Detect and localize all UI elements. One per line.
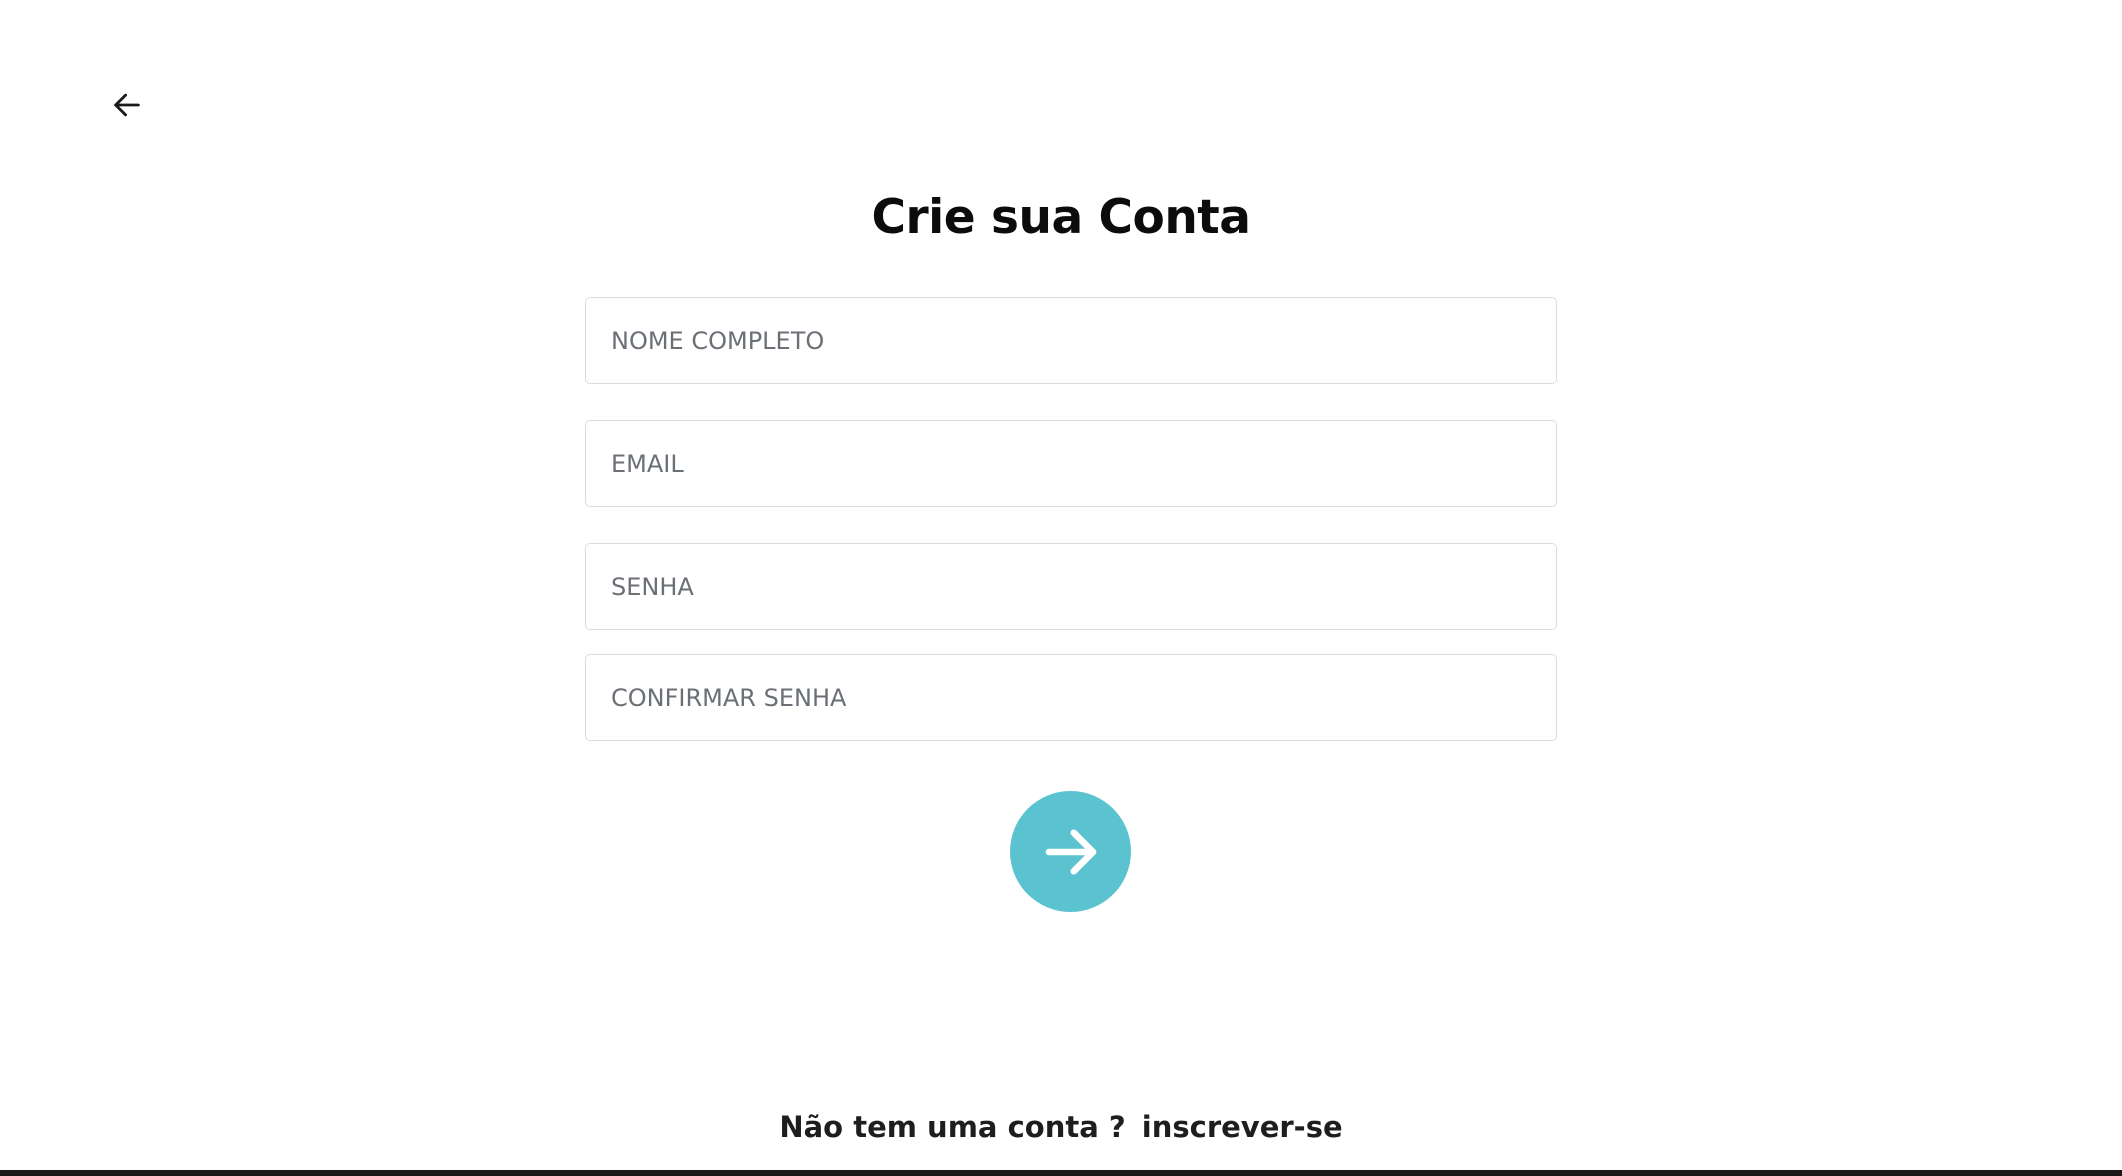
full-name-input[interactable] xyxy=(585,297,1557,384)
arrow-left-icon xyxy=(114,93,140,117)
arrow-right-icon xyxy=(1045,828,1096,875)
password-input[interactable] xyxy=(585,543,1557,630)
back-button[interactable] xyxy=(104,82,150,128)
bottom-bar xyxy=(0,1170,2122,1176)
signup-page: Crie sua Conta Não tem uma conta ? inscr… xyxy=(0,0,2122,1176)
signup-prompt-text: Não tem uma conta ? xyxy=(779,1110,1126,1144)
confirm-password-input[interactable] xyxy=(585,654,1557,741)
submit-button[interactable] xyxy=(1010,791,1131,912)
signup-prompt: Não tem uma conta ? inscrever-se xyxy=(0,1110,2122,1144)
page-title: Crie sua Conta xyxy=(871,190,1251,245)
email-input[interactable] xyxy=(585,420,1557,507)
signup-link[interactable]: inscrever-se xyxy=(1142,1110,1343,1144)
